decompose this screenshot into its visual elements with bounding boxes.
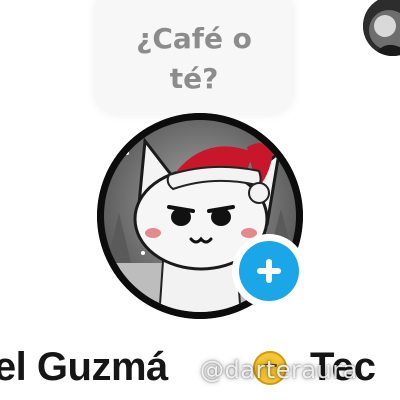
question-line-1: ¿Café o [136, 22, 252, 55]
follow-button-fill [239, 241, 299, 301]
plus-icon [257, 259, 281, 283]
question-line-2: té? [169, 62, 219, 95]
watermark: @darteraura [200, 356, 358, 384]
profile-screen: ¿Café o té? el Guzmá Tec @darteraura [0, 0, 400, 400]
follow-button[interactable] [232, 234, 306, 308]
corner-avatar[interactable] [363, 0, 400, 56]
question-sticker[interactable]: ¿Café o té? [95, 0, 293, 114]
corner-avatar-image [363, 0, 400, 56]
profile-avatar-wrapper [97, 113, 306, 319]
profile-name: hel Guzmá [0, 345, 168, 389]
